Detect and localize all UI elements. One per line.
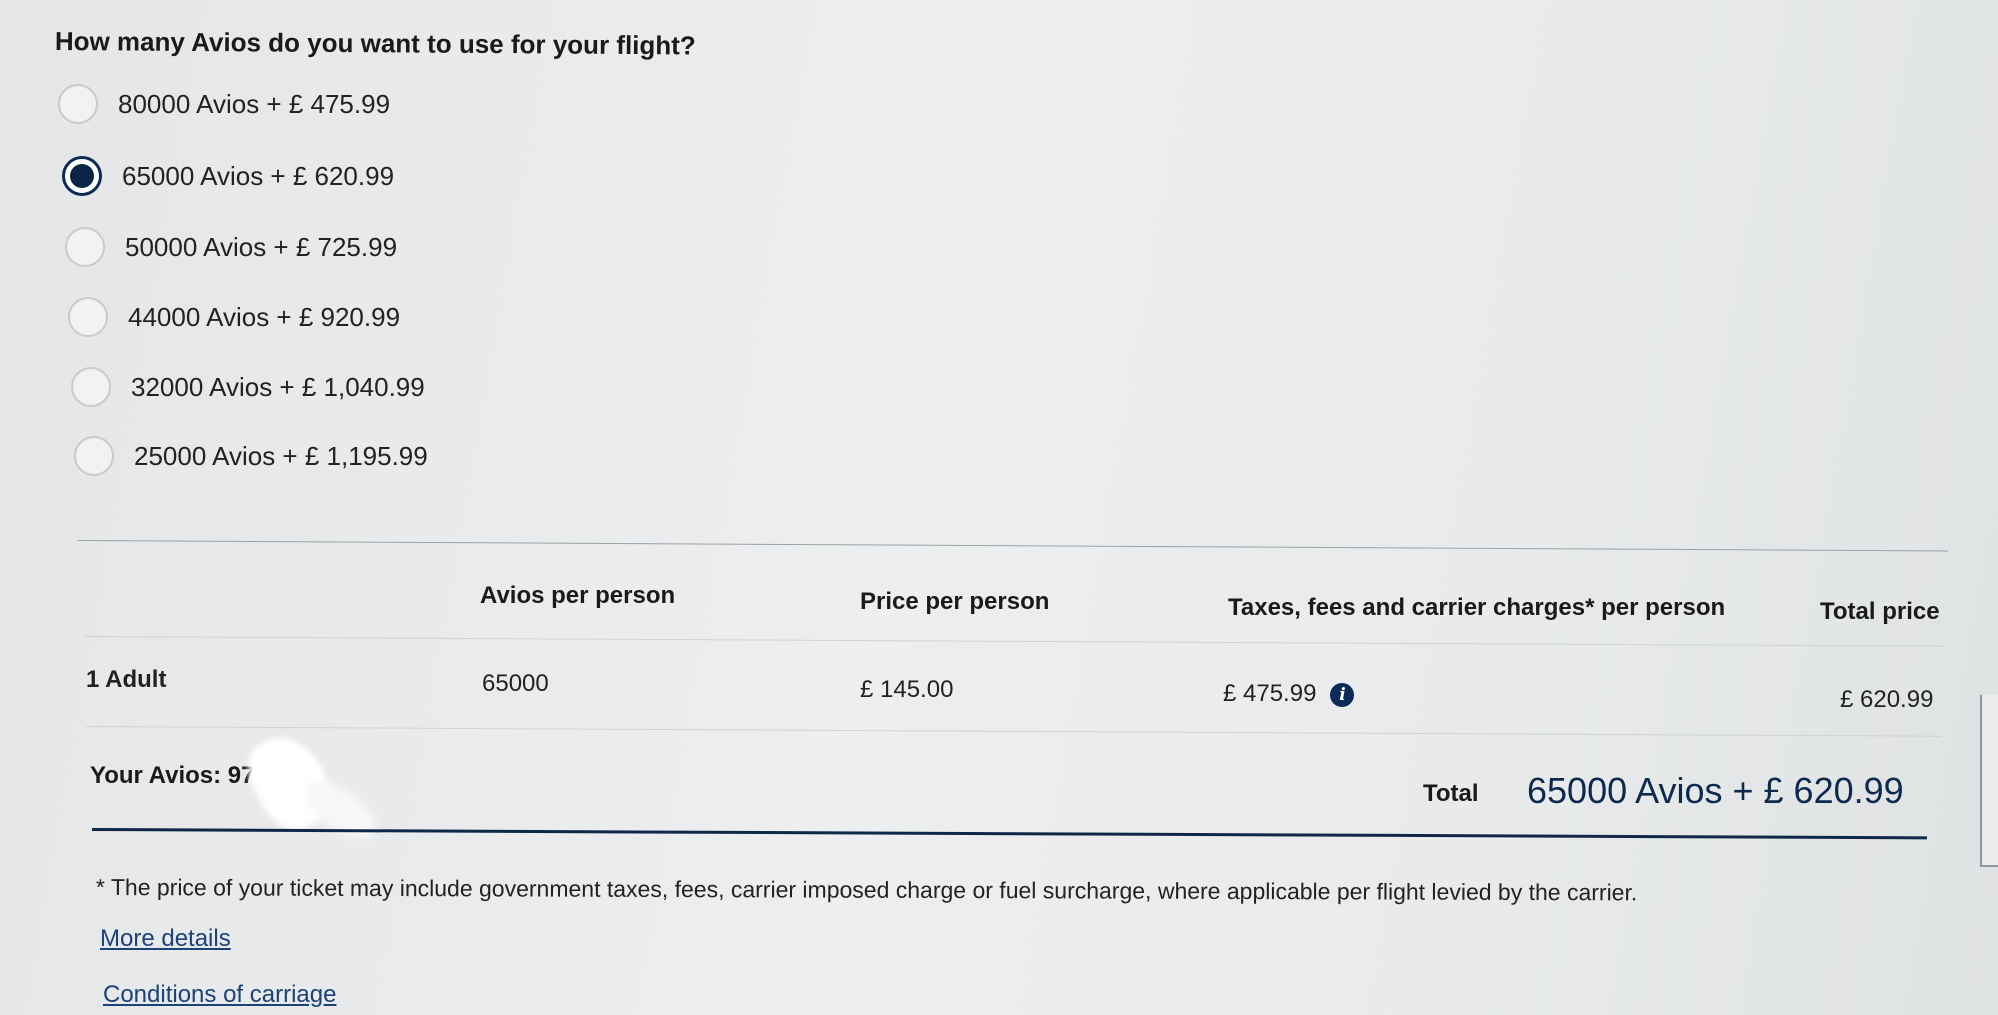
- table-header-price: Price per person: [860, 588, 1050, 615]
- conditions-of-carriage-link[interactable]: Conditions of carriage: [103, 981, 336, 1009]
- radio-button[interactable]: [65, 227, 105, 267]
- option-label: 50000 Avios + £ 725.99: [125, 231, 398, 262]
- avios-option-44000[interactable]: 44000 Avios + £ 920.99: [68, 297, 400, 337]
- table-row-divider: [85, 726, 1941, 737]
- total-value: 65000 Avios + £ 620.99: [1527, 770, 1904, 811]
- price-disclaimer: * The price of your ticket may include g…: [95, 874, 1638, 906]
- total-label: Total: [1423, 780, 1479, 807]
- radio-button[interactable]: [71, 367, 111, 407]
- row-total: £ 620.99: [1840, 686, 1934, 713]
- table-header-divider: [83, 636, 1944, 647]
- avios-option-32000[interactable]: 32000 Avios + £ 1,040.99: [71, 367, 425, 407]
- option-label: 80000 Avios + £ 475.99: [118, 88, 391, 119]
- row-taxes: £ 475.99 i: [1223, 680, 1355, 708]
- row-passenger: 1 Adult: [86, 666, 167, 693]
- info-icon[interactable]: i: [1330, 682, 1355, 707]
- option-label: 32000 Avios + £ 1,040.99: [131, 371, 425, 402]
- table-header-total: Total price: [1820, 598, 1940, 625]
- more-details-link[interactable]: More details: [100, 925, 231, 953]
- row-price: £ 145.00: [860, 676, 954, 703]
- your-avios-balance: Your Avios: 97: [90, 762, 255, 789]
- row-avios: 65000: [482, 670, 549, 697]
- table-header-avios: Avios per person: [480, 582, 676, 609]
- radio-dot: [70, 164, 94, 188]
- right-edge-panel: [1980, 695, 1998, 867]
- table-header-taxes: Taxes, fees and carrier charges* per per…: [1228, 594, 1726, 621]
- table-top-divider: [77, 540, 1948, 552]
- radio-button[interactable]: [58, 84, 98, 124]
- radio-button-selected[interactable]: [62, 156, 102, 196]
- radio-button[interactable]: [68, 297, 108, 337]
- option-label: 25000 Avios + £ 1,195.99: [134, 440, 428, 471]
- radio-button[interactable]: [74, 436, 114, 476]
- row-taxes-value: £ 475.99: [1223, 680, 1317, 707]
- avios-option-50000[interactable]: 50000 Avios + £ 725.99: [65, 227, 397, 267]
- option-label: 65000 Avios + £ 620.99: [122, 160, 395, 191]
- avios-option-80000[interactable]: 80000 Avios + £ 475.99: [58, 84, 390, 124]
- avios-option-65000[interactable]: 65000 Avios + £ 620.99: [62, 156, 394, 196]
- avios-question: How many Avios do you want to use for yo…: [54, 26, 696, 61]
- option-label: 44000 Avios + £ 920.99: [128, 301, 401, 332]
- avios-option-25000[interactable]: 25000 Avios + £ 1,195.99: [74, 436, 428, 476]
